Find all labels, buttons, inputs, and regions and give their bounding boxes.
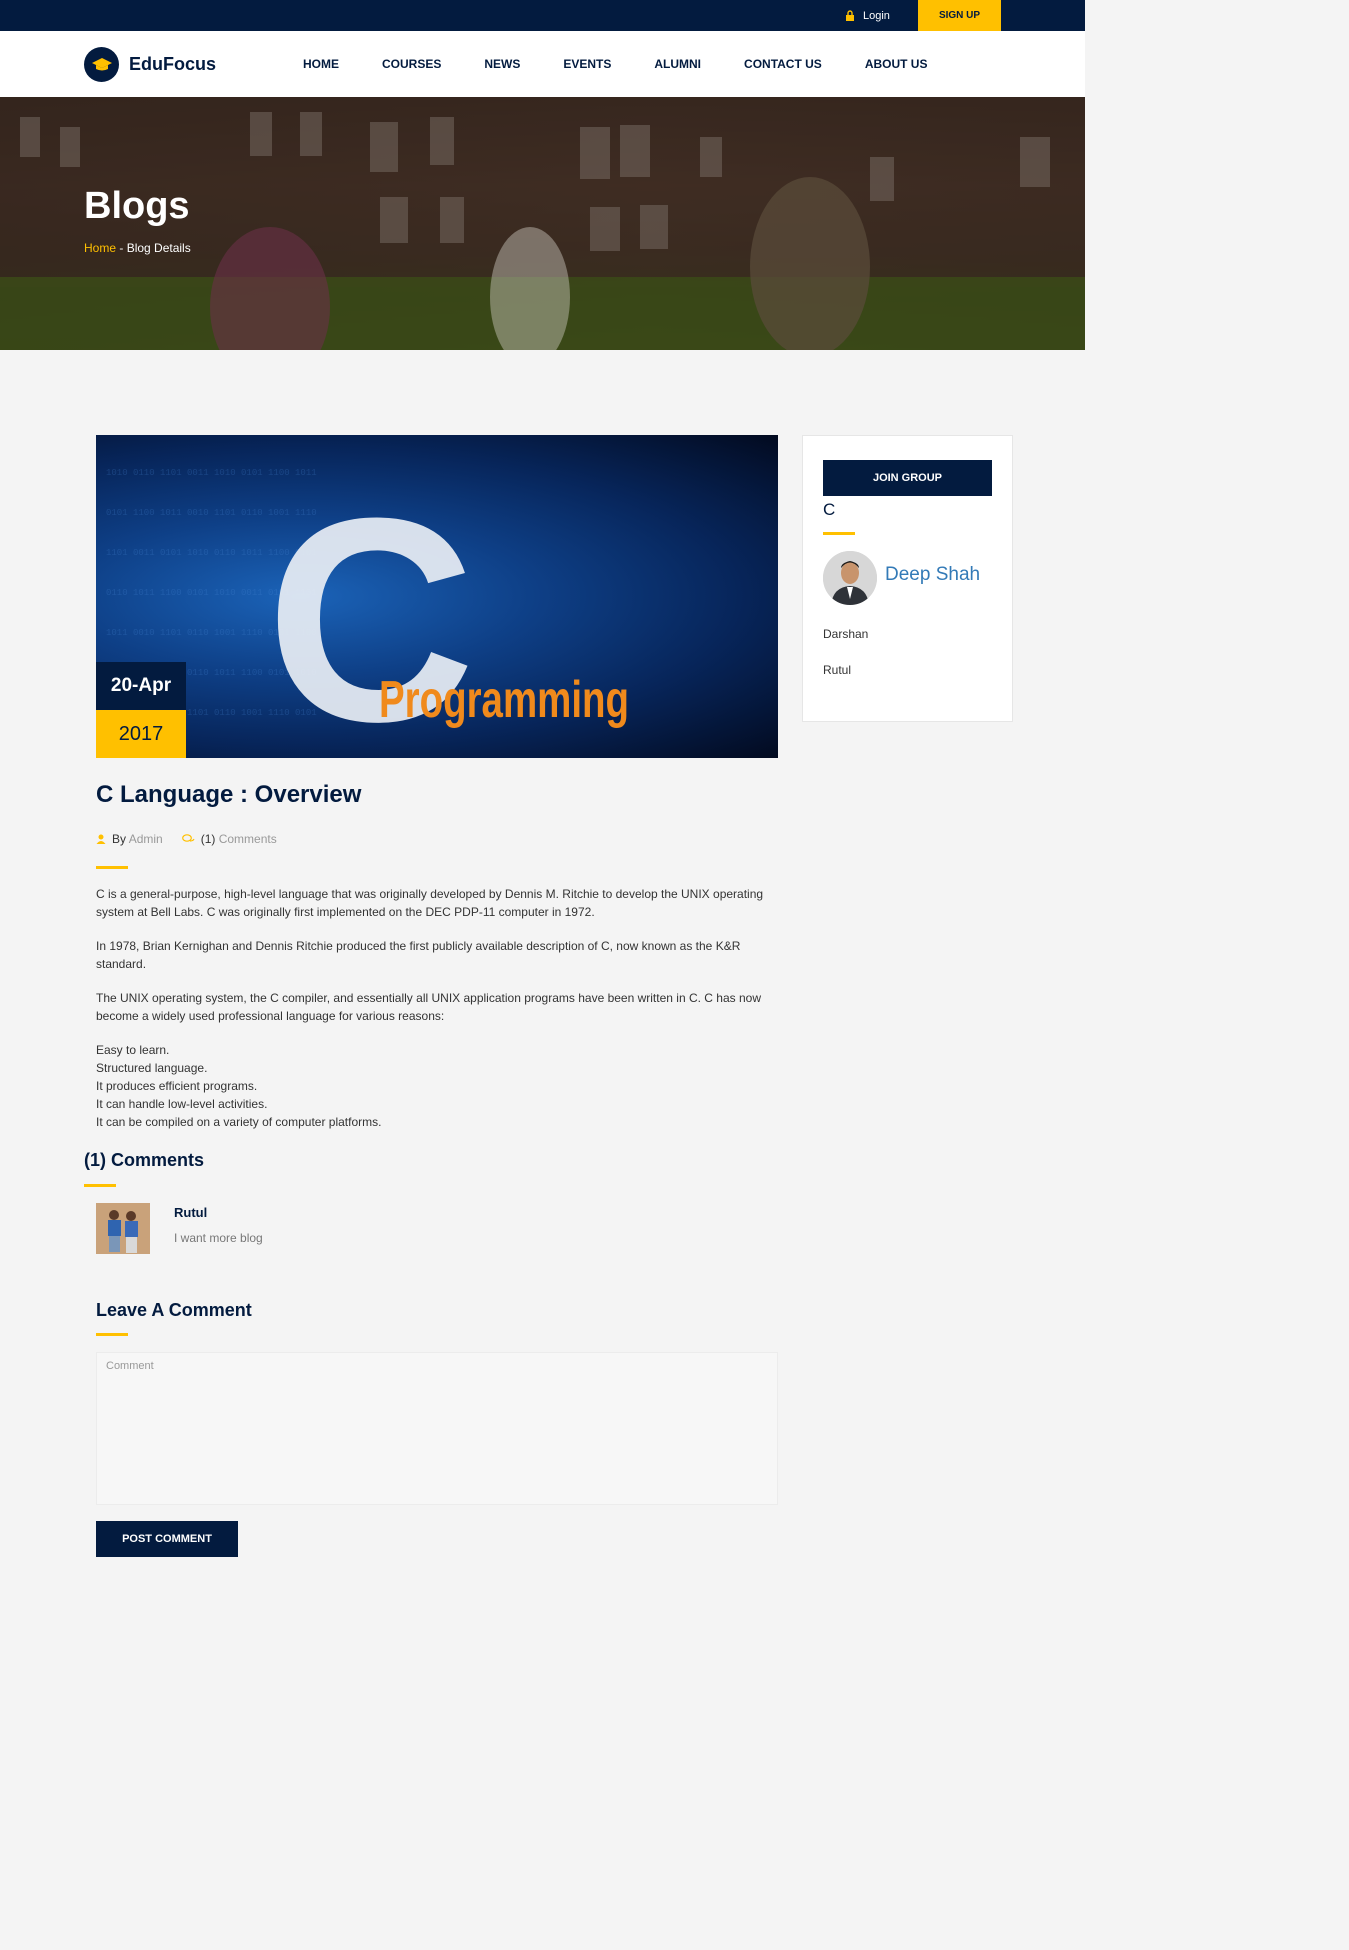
- comment-count: (1): [200, 832, 216, 846]
- featured-member-name[interactable]: Deep Shah: [885, 564, 980, 586]
- nav-courses[interactable]: COURSES: [382, 57, 441, 71]
- post-featured-image: 1010 0110 1101 0011 1010 0101 1100 1011 …: [96, 435, 778, 758]
- group-member[interactable]: Darshan: [823, 627, 868, 641]
- nav-home[interactable]: HOME: [303, 57, 339, 71]
- by-label: By: [112, 832, 127, 846]
- sign-up-button[interactable]: SIGN UP: [918, 0, 1001, 31]
- post-comment-button[interactable]: POST COMMENT: [96, 1521, 238, 1557]
- main-header: EduFocus HOME COURSES NEWS EVENTS ALUMNI…: [0, 31, 1085, 97]
- login-link[interactable]: Login: [845, 0, 890, 31]
- login-label: Login: [863, 9, 890, 22]
- post-paragraph: The UNIX operating system, the C compile…: [96, 991, 761, 1023]
- logo-text: EduFocus: [129, 54, 217, 74]
- title-underline: [96, 866, 128, 869]
- list-item: It produces efficient programs.: [96, 1079, 258, 1093]
- breadcrumb-current: Blog Details: [126, 241, 191, 255]
- avatar: [96, 1203, 150, 1254]
- post-title: C Language : Overview: [96, 781, 362, 808]
- page-banner: Blogs Home - Blog Details: [0, 97, 1085, 350]
- post-author: By Admin: [96, 832, 163, 846]
- leave-comment-underline: [96, 1333, 128, 1336]
- comments-icon: [181, 834, 195, 842]
- site-logo[interactable]: EduFocus: [84, 47, 216, 82]
- nav-events[interactable]: EVENTS: [563, 57, 611, 71]
- page-title: Blogs: [84, 185, 190, 227]
- nav-about-us[interactable]: ABOUT US: [865, 57, 928, 71]
- post-paragraph: C is a general-purpose, high-level langu…: [96, 887, 764, 919]
- image-word: Programming: [379, 671, 629, 729]
- author-link[interactable]: Admin: [129, 832, 163, 846]
- leave-comment-heading: Leave A Comment: [96, 1300, 252, 1320]
- comments-heading: (1) Comments: [84, 1150, 205, 1170]
- breadcrumb-separator: -: [116, 241, 127, 255]
- user-icon: [96, 834, 106, 844]
- nav-contact-us[interactable]: CONTACT US: [744, 57, 822, 71]
- comment-text: I want more blog: [174, 1231, 263, 1245]
- graduation-cap-icon: [84, 47, 119, 82]
- group-underline: [823, 532, 855, 535]
- post-paragraph: In 1978, Brian Kernighan and Dennis Ritc…: [96, 939, 741, 971]
- list-item: It can be compiled on a variety of compu…: [96, 1115, 382, 1129]
- comment-textarea[interactable]: [96, 1352, 778, 1505]
- join-group-button[interactable]: JOIN GROUP: [823, 460, 992, 496]
- main-nav: HOME COURSES NEWS EVENTS ALUMNI CONTACT …: [303, 31, 927, 97]
- lock-icon: [846, 10, 854, 21]
- breadcrumb: Home - Blog Details: [84, 241, 191, 255]
- reasons-list: Easy to learn. Structured language. It p…: [96, 1041, 776, 1131]
- top-bar: Login SIGN UP: [0, 0, 1085, 31]
- post-date-year: 2017: [96, 710, 186, 758]
- post-date-day: 20-Apr: [96, 662, 186, 710]
- post-body: C is a general-purpose, high-level langu…: [96, 885, 776, 1131]
- list-item: Structured language.: [96, 1061, 208, 1075]
- avatar[interactable]: [823, 551, 877, 605]
- breadcrumb-home[interactable]: Home: [84, 241, 116, 255]
- group-name: C: [823, 500, 836, 519]
- nav-news[interactable]: NEWS: [484, 57, 520, 71]
- list-item: It can handle low-level activities.: [96, 1097, 268, 1111]
- list-item: Easy to learn.: [96, 1043, 170, 1057]
- post-comment-count[interactable]: (1) Comments: [181, 832, 277, 846]
- comments-underline: [84, 1184, 116, 1187]
- post-date-badge: 20-Apr 2017: [96, 662, 186, 758]
- comments-label: Comments: [218, 832, 277, 846]
- group-member[interactable]: Rutul: [823, 663, 851, 677]
- comment-author: Rutul: [174, 1205, 208, 1220]
- nav-alumni[interactable]: ALUMNI: [654, 57, 701, 71]
- group-sidebar: JOIN GROUP C Deep Shah Darshan Rutul: [802, 435, 1013, 722]
- post-meta: By Admin (1) Comments: [96, 832, 277, 846]
